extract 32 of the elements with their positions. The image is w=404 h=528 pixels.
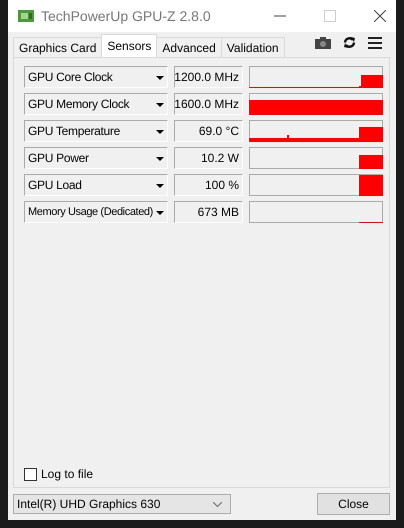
checkbox-label[interactable]: Log to file xyxy=(41,467,94,481)
caret-icon xyxy=(156,184,164,188)
close-button[interactable]: Close xyxy=(317,493,390,515)
sensor-dropdown[interactable]: Memory Usage (Dedicated) xyxy=(24,201,168,223)
tab[interactable]: Graphics Card xyxy=(13,37,102,57)
caret-icon xyxy=(156,130,164,134)
caret-icon xyxy=(156,157,164,161)
window-title: TechPowerUp GPU-Z 2.8.0 xyxy=(41,8,211,24)
log-checkbox[interactable] xyxy=(24,468,37,480)
sensor-reading: 1200.0 MHz xyxy=(174,66,243,88)
sensor-dropdown[interactable]: GPU Core Clock xyxy=(24,66,168,88)
caret-icon xyxy=(156,76,164,80)
tab[interactable]: Validation xyxy=(220,37,285,57)
tab[interactable]: Sensors xyxy=(101,34,158,57)
sensor-reading: 673 MB xyxy=(174,201,243,223)
camera-icon[interactable] xyxy=(315,36,331,48)
menu-icon[interactable] xyxy=(368,36,382,48)
sensor-dropdown[interactable]: GPU Memory Clock xyxy=(24,93,168,115)
sensor-reading: 10.2 W xyxy=(174,147,243,169)
refresh-icon[interactable] xyxy=(343,36,356,49)
sensor-dropdown[interactable]: GPU Power xyxy=(24,147,168,169)
chevron-icon xyxy=(213,502,222,506)
sensor-reading: 69.0 °C xyxy=(174,120,243,142)
caret-icon xyxy=(156,103,164,107)
sensor-reading: 1600.0 MHz xyxy=(174,93,243,115)
app-icon xyxy=(18,9,34,23)
device-dropdown[interactable]: Intel(R) UHD Graphics 630 xyxy=(13,494,231,514)
sensor-dropdown[interactable]: GPU Temperature xyxy=(24,120,168,142)
close-icon[interactable] xyxy=(374,10,386,22)
caret-icon xyxy=(156,211,164,215)
sensor-dropdown[interactable]: GPU Load xyxy=(24,174,168,196)
sensor-reading: 100 % xyxy=(174,174,243,196)
